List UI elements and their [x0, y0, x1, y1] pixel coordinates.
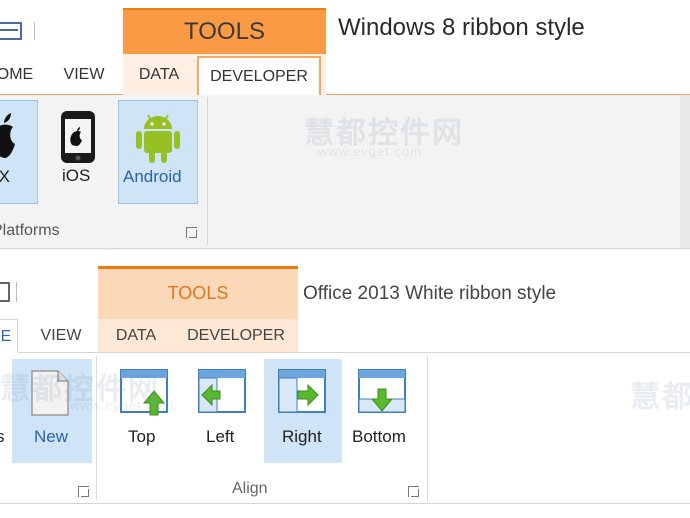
align-bottom-label: Bottom	[352, 427, 406, 446]
watermark-url: www.evget.com	[318, 144, 423, 159]
android-button[interactable]: Android	[118, 100, 198, 204]
tab-developer[interactable]: DEVELOPER	[197, 56, 321, 96]
apple-icon	[0, 113, 15, 158]
group-label-platforms: Platforms	[0, 222, 60, 239]
align-right-button[interactable]: Right	[264, 359, 342, 463]
align-right-icon	[278, 369, 326, 413]
quick-access-separator	[34, 22, 35, 40]
ios-button[interactable]: iOS	[52, 100, 104, 204]
quick-access-separator	[16, 282, 17, 302]
tab-developer[interactable]: DEVELOPER	[180, 319, 292, 353]
align-right-label: Right	[282, 427, 322, 446]
watermark-url: www.evget.com	[70, 398, 175, 413]
quick-access-toolbar	[0, 20, 40, 44]
new-button-label: New	[34, 427, 69, 446]
windows8-ribbon: TOOLS Windows 8 ribbon style OME VIEW DA…	[0, 0, 690, 250]
tab-home[interactable]: E	[0, 319, 18, 353]
ios-button-label: iOS	[62, 166, 91, 185]
align-top-label: Top	[128, 427, 156, 446]
mac-button[interactable]: -X	[0, 100, 38, 204]
tab-view[interactable]: VIEW	[52, 54, 116, 94]
watermark: 慧都控件网	[630, 381, 690, 414]
tab-view[interactable]: VIEW	[30, 319, 92, 353]
contextual-tab-group-tools: TOOLS	[123, 8, 326, 54]
align-left-icon	[198, 369, 246, 413]
window-title: Windows 8 ribbon style	[338, 14, 585, 41]
partial-button-label: s	[0, 427, 5, 446]
align-bottom-icon	[358, 369, 406, 413]
align-left-button[interactable]: Left	[186, 359, 256, 463]
tab-data[interactable]: DATA	[104, 319, 168, 353]
office2013-white-ribbon: TOOLS Office 2013 White ribbon style E V…	[0, 266, 690, 518]
dialog-launcher-icon[interactable]	[78, 486, 89, 497]
window-title: Office 2013 White ribbon style	[303, 283, 557, 304]
tab-home[interactable]: OME	[0, 54, 38, 94]
group-label-align: Align	[232, 480, 268, 497]
align-left-label: Left	[206, 427, 235, 446]
contextual-tab-tools-label: TOOLS	[167, 283, 229, 303]
iphone-icon	[61, 111, 95, 163]
dialog-launcher-icon[interactable]	[408, 486, 419, 497]
tab-data[interactable]: DATA	[126, 54, 192, 94]
ribbon-tab-row: OME VIEW	[0, 54, 690, 95]
panel-edge	[680, 95, 690, 248]
quick-access-menu-icon[interactable]	[0, 282, 10, 302]
align-bottom-button[interactable]: Bottom	[346, 359, 420, 463]
dialog-launcher-icon[interactable]	[186, 227, 197, 238]
separator	[0, 250, 690, 266]
android-button-label: Android	[123, 167, 182, 186]
group-divider	[207, 97, 208, 245]
android-icon	[136, 114, 180, 163]
mac-button-label: -X	[0, 167, 10, 186]
quick-access-menu-icon[interactable]	[0, 22, 22, 40]
group-divider	[427, 356, 428, 501]
